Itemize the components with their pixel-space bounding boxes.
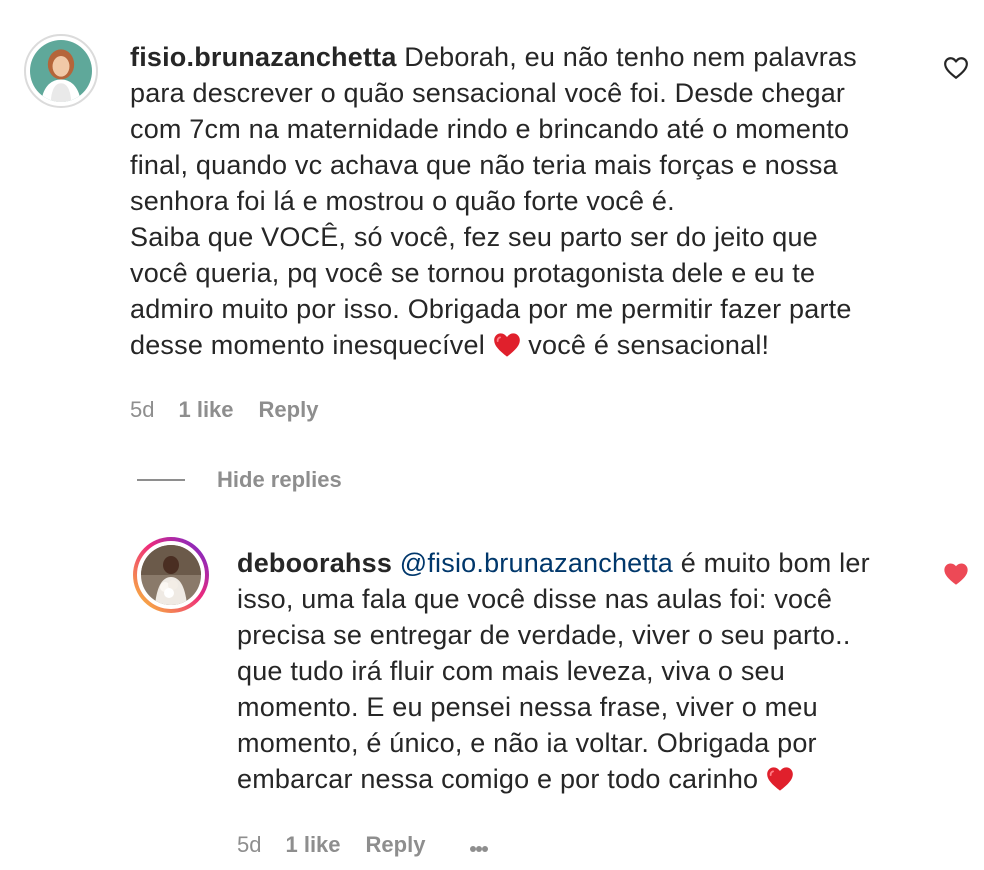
reply-body: é muito bom ler isso, uma fala que você … <box>237 548 870 794</box>
comment-time: 5d <box>130 397 155 422</box>
red-heart-emoji-icon <box>493 332 521 358</box>
comment-meta: 5d 1 like Reply <box>130 397 318 423</box>
avatar-fisio-brunazanchetta[interactable] <box>24 34 98 108</box>
avatar-image <box>137 541 205 609</box>
comment-body-end: você é sensacional! <box>520 330 770 360</box>
reply-text: deboorahss @fisio.brunazanchetta é muito… <box>237 545 917 797</box>
comment-reply-button[interactable]: Reply <box>259 397 319 423</box>
reply-reply-button[interactable]: Reply <box>366 832 426 858</box>
like-heart-icon[interactable] <box>943 56 969 80</box>
comment-likes-link[interactable]: 1 like <box>178 397 233 423</box>
reply-meta: 5d 1 like Reply <box>237 832 489 858</box>
hide-replies-button[interactable]: Hide replies <box>137 467 342 493</box>
liked-heart-icon[interactable] <box>943 562 969 586</box>
comment-username[interactable]: fisio.brunazanchetta <box>130 42 397 72</box>
reply-username[interactable]: deboorahss <box>237 548 392 578</box>
hide-replies-label: Hide replies <box>217 467 342 492</box>
comment-body: Deborah, eu não tenho nem palavras para … <box>130 42 857 360</box>
more-options-icon[interactable] <box>470 832 489 858</box>
reply-likes-link[interactable]: 1 like <box>285 832 340 858</box>
avatar-image <box>30 40 92 102</box>
avatar-deboorahss[interactable] <box>133 537 209 613</box>
red-heart-emoji-icon <box>766 766 794 792</box>
comment-text: fisio.brunazanchetta Deborah, eu não ten… <box>130 39 910 363</box>
hide-replies-divider <box>137 479 185 481</box>
reply-time: 5d <box>237 832 262 857</box>
reply-mention-link[interactable]: @fisio.brunazanchetta <box>400 548 673 578</box>
